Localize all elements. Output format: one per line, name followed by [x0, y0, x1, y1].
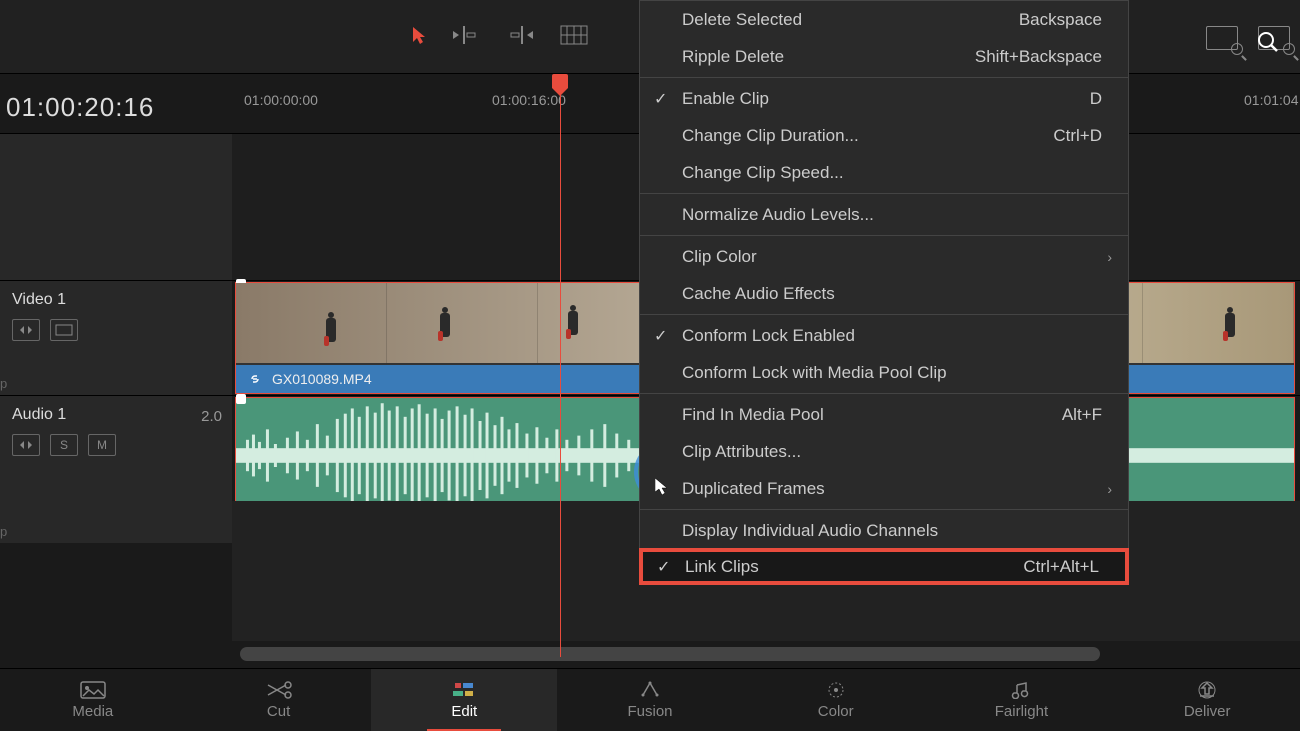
edit-icon [451, 681, 477, 699]
menu-separator [640, 77, 1128, 78]
audio-channels: 2.0 [201, 408, 222, 425]
menu-find-in-pool[interactable]: Find In Media PoolAlt+F [640, 396, 1128, 433]
page-navigation: Media Cut Edit Fusion Color Fairlight De… [0, 668, 1300, 731]
nav-fusion[interactable]: Fusion [557, 669, 743, 731]
selection-tool-icon[interactable] [410, 25, 430, 45]
menu-duplicated-frames[interactable]: Duplicated Frames› [640, 470, 1128, 507]
fusion-icon [637, 681, 663, 699]
menu-separator [640, 509, 1128, 510]
nav-color[interactable]: Color [743, 669, 929, 731]
audio-track-header[interactable]: Audio 1 2.0 S M p [0, 396, 232, 543]
menu-delete-selected[interactable]: Delete SelectedBackspace [640, 1, 1128, 38]
menu-change-speed[interactable]: Change Clip Speed... [640, 154, 1128, 191]
menu-link-clips[interactable]: ✓Link ClipsCtrl+Alt+L [639, 548, 1129, 585]
menu-change-duration[interactable]: Change Clip Duration...Ctrl+D [640, 117, 1128, 154]
checkmark-icon: ✓ [654, 89, 667, 109]
media-icon [80, 681, 106, 699]
ruler-label: 01:00:00:00 [244, 92, 318, 108]
timecode-display: 01:00:20:16 [6, 92, 154, 123]
nav-cut[interactable]: Cut [186, 669, 372, 731]
auto-select-icon[interactable] [12, 434, 40, 456]
horizontal-scrollbar[interactable] [240, 647, 1100, 661]
menu-conform-lock-pool[interactable]: Conform Lock with Media Pool Clip [640, 354, 1128, 391]
link-icon [248, 372, 262, 386]
track-visible-icon[interactable] [50, 319, 78, 341]
video-track-header[interactable]: Video 1 p [0, 281, 232, 395]
menu-display-channels[interactable]: Display Individual Audio Channels [640, 512, 1128, 549]
menu-ripple-delete[interactable]: Ripple DeleteShift+Backspace [640, 38, 1128, 75]
track-name: Video 1 [12, 291, 220, 309]
p-label: p [0, 524, 7, 539]
menu-clip-color[interactable]: Clip Color› [640, 238, 1128, 275]
grid-tool-icon[interactable] [556, 22, 592, 48]
menu-normalize-audio[interactable]: Normalize Audio Levels... [640, 196, 1128, 233]
menu-separator [640, 393, 1128, 394]
menu-cache-audio[interactable]: Cache Audio Effects [640, 275, 1128, 312]
nav-deliver[interactable]: Deliver [1114, 669, 1300, 731]
zoom-out-icon[interactable] [1206, 26, 1238, 50]
blade-tool-left-icon[interactable] [448, 22, 484, 48]
p-label: p [0, 376, 7, 391]
fairlight-icon [1008, 681, 1034, 699]
color-icon [823, 681, 849, 699]
nav-media[interactable]: Media [0, 669, 186, 731]
deliver-icon [1194, 681, 1220, 699]
nav-edit[interactable]: Edit [371, 669, 557, 731]
context-menu: Delete SelectedBackspace Ripple DeleteSh… [639, 0, 1129, 585]
tool-icons [410, 22, 592, 48]
menu-separator [640, 314, 1128, 315]
chevron-right-icon: › [1107, 249, 1112, 265]
search-icon[interactable] [1256, 30, 1280, 54]
solo-button[interactable]: S [50, 434, 78, 456]
blade-tool-right-icon[interactable] [502, 22, 538, 48]
track-name: Audio 1 [12, 406, 220, 424]
cut-icon [266, 681, 292, 699]
ruler-label: 01:00:16:00 [492, 92, 566, 108]
checkmark-icon: ✓ [654, 326, 667, 346]
clip-label: GX010089.MP4 [272, 371, 372, 387]
menu-clip-attributes[interactable]: Clip Attributes... [640, 433, 1128, 470]
ruler-label: 01:01:04 [1244, 92, 1299, 108]
menu-enable-clip[interactable]: ✓Enable ClipD [640, 80, 1128, 117]
menu-conform-lock[interactable]: ✓Conform Lock Enabled [640, 317, 1128, 354]
auto-select-icon[interactable] [12, 319, 40, 341]
menu-separator [640, 235, 1128, 236]
checkmark-icon: ✓ [657, 557, 670, 577]
menu-separator [640, 193, 1128, 194]
chevron-right-icon: › [1107, 481, 1112, 497]
nav-fairlight[interactable]: Fairlight [929, 669, 1115, 731]
mute-button[interactable]: M [88, 434, 116, 456]
